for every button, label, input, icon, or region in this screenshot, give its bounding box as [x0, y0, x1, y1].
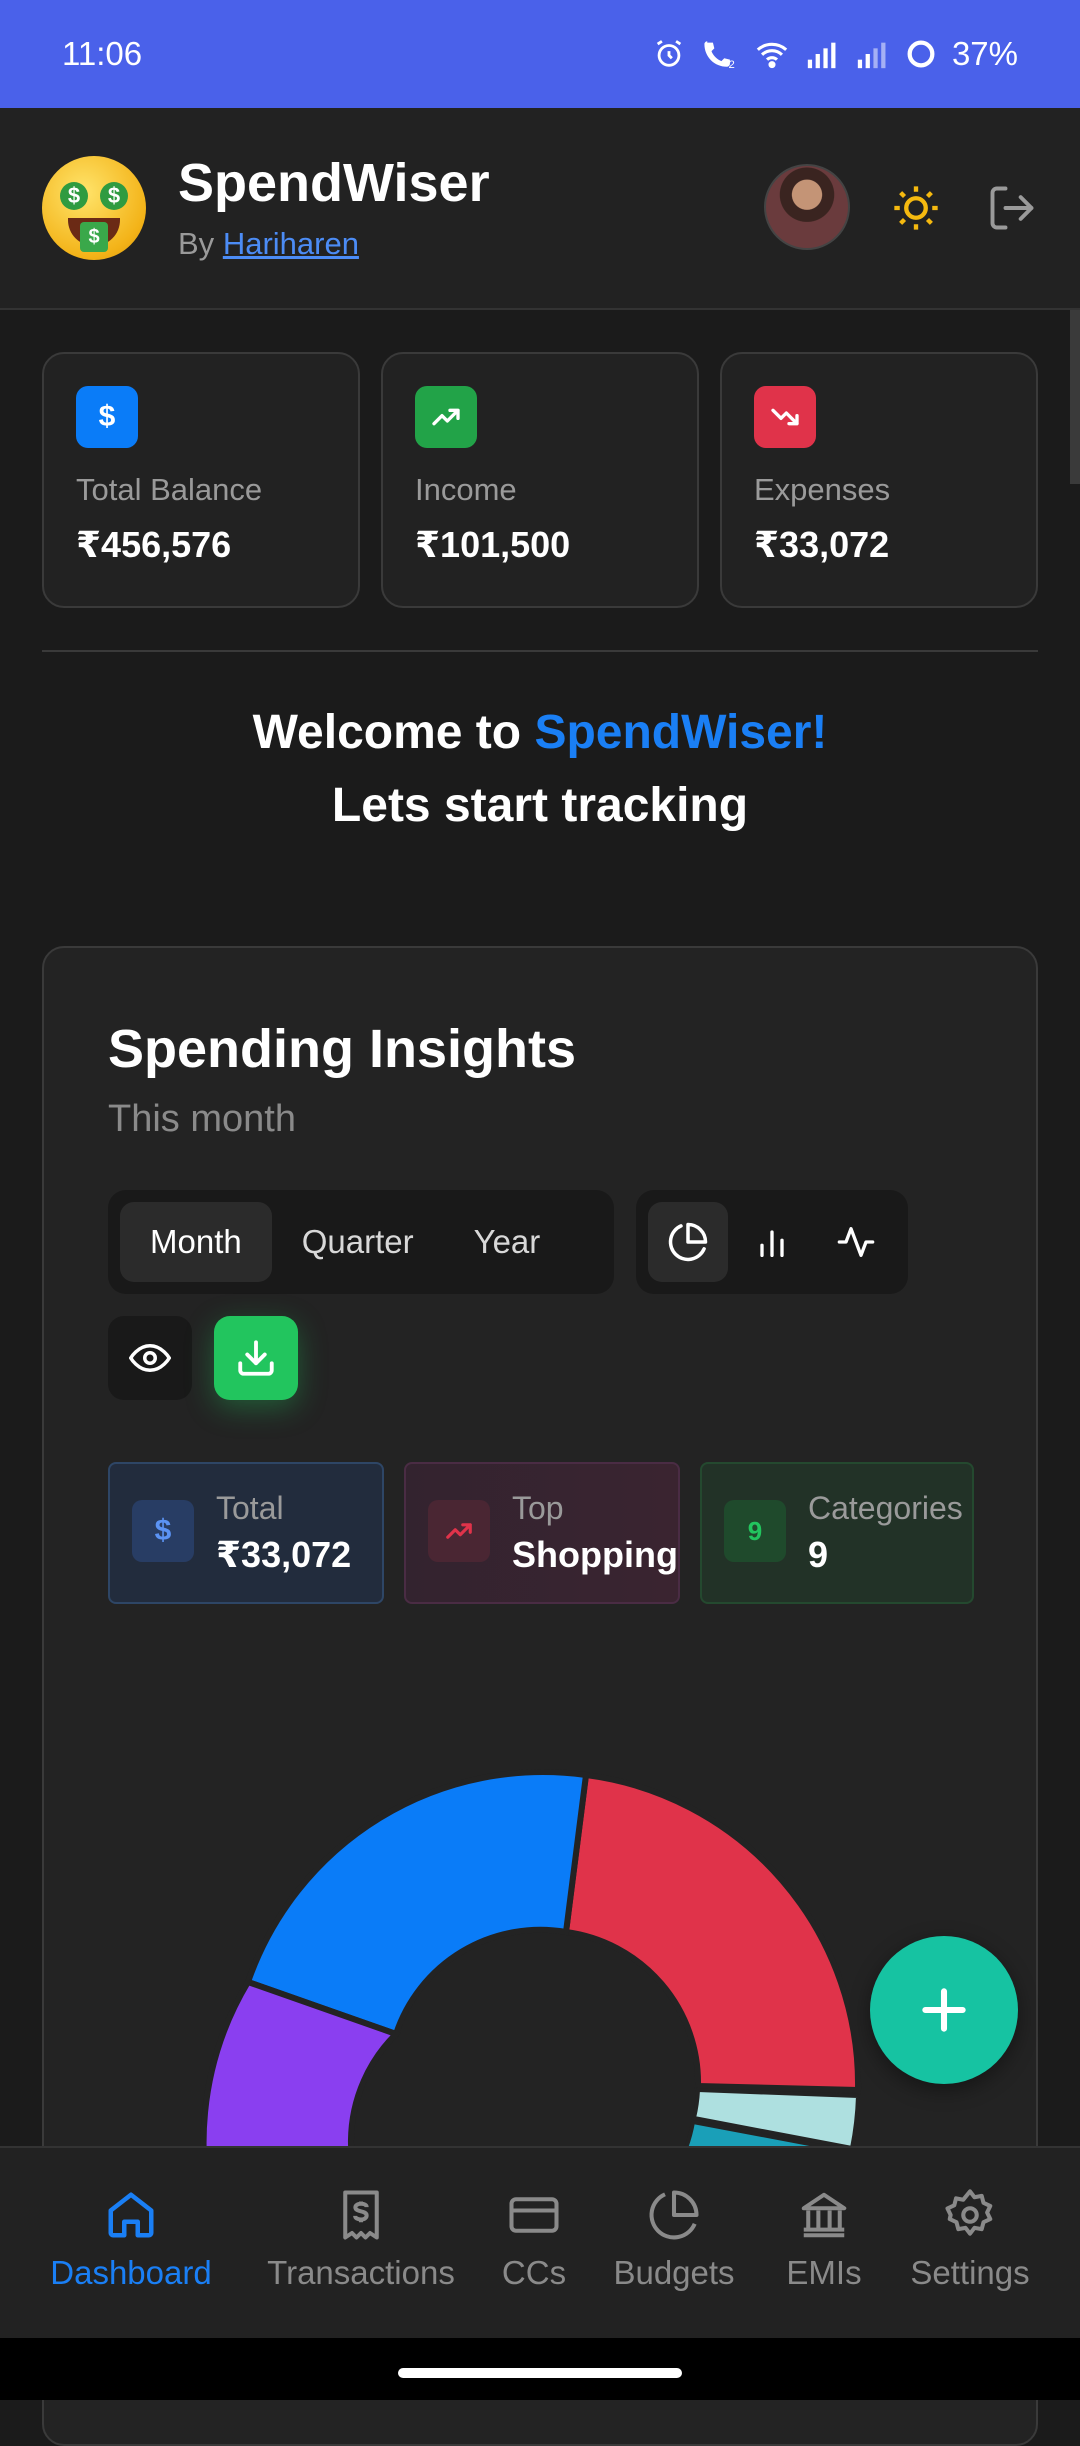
stat-value: ₹456,576 — [76, 524, 232, 565]
status-icons: 2 37% — [652, 35, 1018, 73]
bank-icon — [801, 2192, 847, 2238]
nav-item-ccs[interactable]: CCs — [494, 2188, 574, 2292]
bottom-navigation: Dashboard Transactions CCs Budgets EMIs … — [0, 2146, 1080, 2338]
nav-item-dashboard[interactable]: Dashboard — [44, 2188, 218, 2292]
logout-icon — [990, 186, 1034, 230]
alarm-icon — [656, 40, 682, 67]
donut-segment-blue[interactable] — [244, 1769, 590, 2038]
theme-toggle-button[interactable] — [890, 182, 942, 234]
nav-label: Settings — [910, 2254, 1030, 2291]
donut-segment-shopping[interactable] — [562, 1771, 862, 2094]
money-eye-icon: $ — [100, 182, 128, 210]
battery-icon — [907, 40, 935, 68]
sun-icon — [894, 186, 938, 230]
plus-icon — [922, 1988, 966, 2032]
app-byline: By Hariharen — [178, 226, 359, 262]
money-eye-icon: $ — [60, 182, 88, 210]
status-bar: 11:06 2 37% — [0, 0, 1080, 108]
signal-icon — [807, 42, 836, 69]
pie-chart-icon — [649, 2190, 699, 2240]
trending-down-icon — [754, 386, 816, 448]
byline-prefix: By — [178, 226, 215, 261]
nav-label: Transactions — [267, 2254, 455, 2291]
stat-card-expenses[interactable]: Expenses ₹33,072 — [720, 352, 1038, 608]
logout-button[interactable] — [986, 182, 1038, 234]
author-link[interactable]: Hariharen — [223, 226, 359, 261]
stat-card-income[interactable]: Income ₹101,500 — [381, 352, 699, 608]
receipt-icon — [343, 2190, 379, 2240]
nav-label: CCs — [501, 2254, 567, 2291]
status-time: 11:06 — [62, 35, 143, 72]
app-header: $ $ $ SpendWiser By Hariharen — [0, 108, 1080, 310]
home-icon — [108, 2192, 154, 2238]
credit-card-icon — [509, 2197, 559, 2233]
nav-label: Dashboard — [50, 2254, 212, 2291]
nav-item-emis[interactable]: EMIs — [774, 2188, 874, 2292]
welcome-line-1: Welcome to SpendWiser! — [0, 696, 1080, 769]
app-title: SpendWiser — [178, 153, 490, 213]
nav-item-transactions[interactable]: Transactions — [258, 2188, 464, 2292]
stat-card-total-balance[interactable]: $ Total Balance ₹456,576 — [42, 352, 360, 608]
welcome-brand: SpendWiser! — [534, 706, 828, 759]
scrollbar-thumb[interactable] — [1070, 310, 1080, 484]
home-gesture-pill[interactable] — [398, 2368, 682, 2378]
user-avatar[interactable] — [764, 164, 850, 250]
signal-icon — [857, 42, 886, 69]
wifi-icon — [756, 42, 788, 69]
section-divider — [42, 650, 1038, 652]
money-tongue-icon: $ — [80, 222, 108, 252]
welcome-prefix: Welcome to — [252, 706, 522, 759]
gear-icon — [945, 2189, 993, 2236]
nav-label: EMIs — [786, 2254, 862, 2291]
nav-item-settings[interactable]: Settings — [900, 2188, 1040, 2292]
app-logo: $ $ $ — [42, 156, 146, 260]
stat-label: Income — [415, 472, 517, 507]
battery-percent: 37% — [951, 35, 1018, 72]
stat-value: ₹33,072 — [754, 524, 890, 565]
trending-up-icon — [415, 386, 477, 448]
stat-label: Total Balance — [76, 472, 263, 507]
stat-label: Expenses — [754, 472, 891, 507]
dollar-icon: $ — [76, 386, 138, 448]
add-transaction-button[interactable] — [870, 1936, 1018, 2084]
nav-label: Budgets — [613, 2254, 735, 2291]
welcome-line-2: Lets start tracking — [331, 779, 749, 832]
svg-text:2: 2 — [728, 59, 734, 71]
call-icon: 2 — [704, 41, 735, 71]
gesture-navigation-area — [0, 2338, 1080, 2400]
nav-item-budgets[interactable]: Budgets — [604, 2188, 744, 2292]
stat-value: ₹101,500 — [415, 524, 571, 565]
welcome-message: Welcome to SpendWiser! Lets start tracki… — [0, 696, 1080, 842]
